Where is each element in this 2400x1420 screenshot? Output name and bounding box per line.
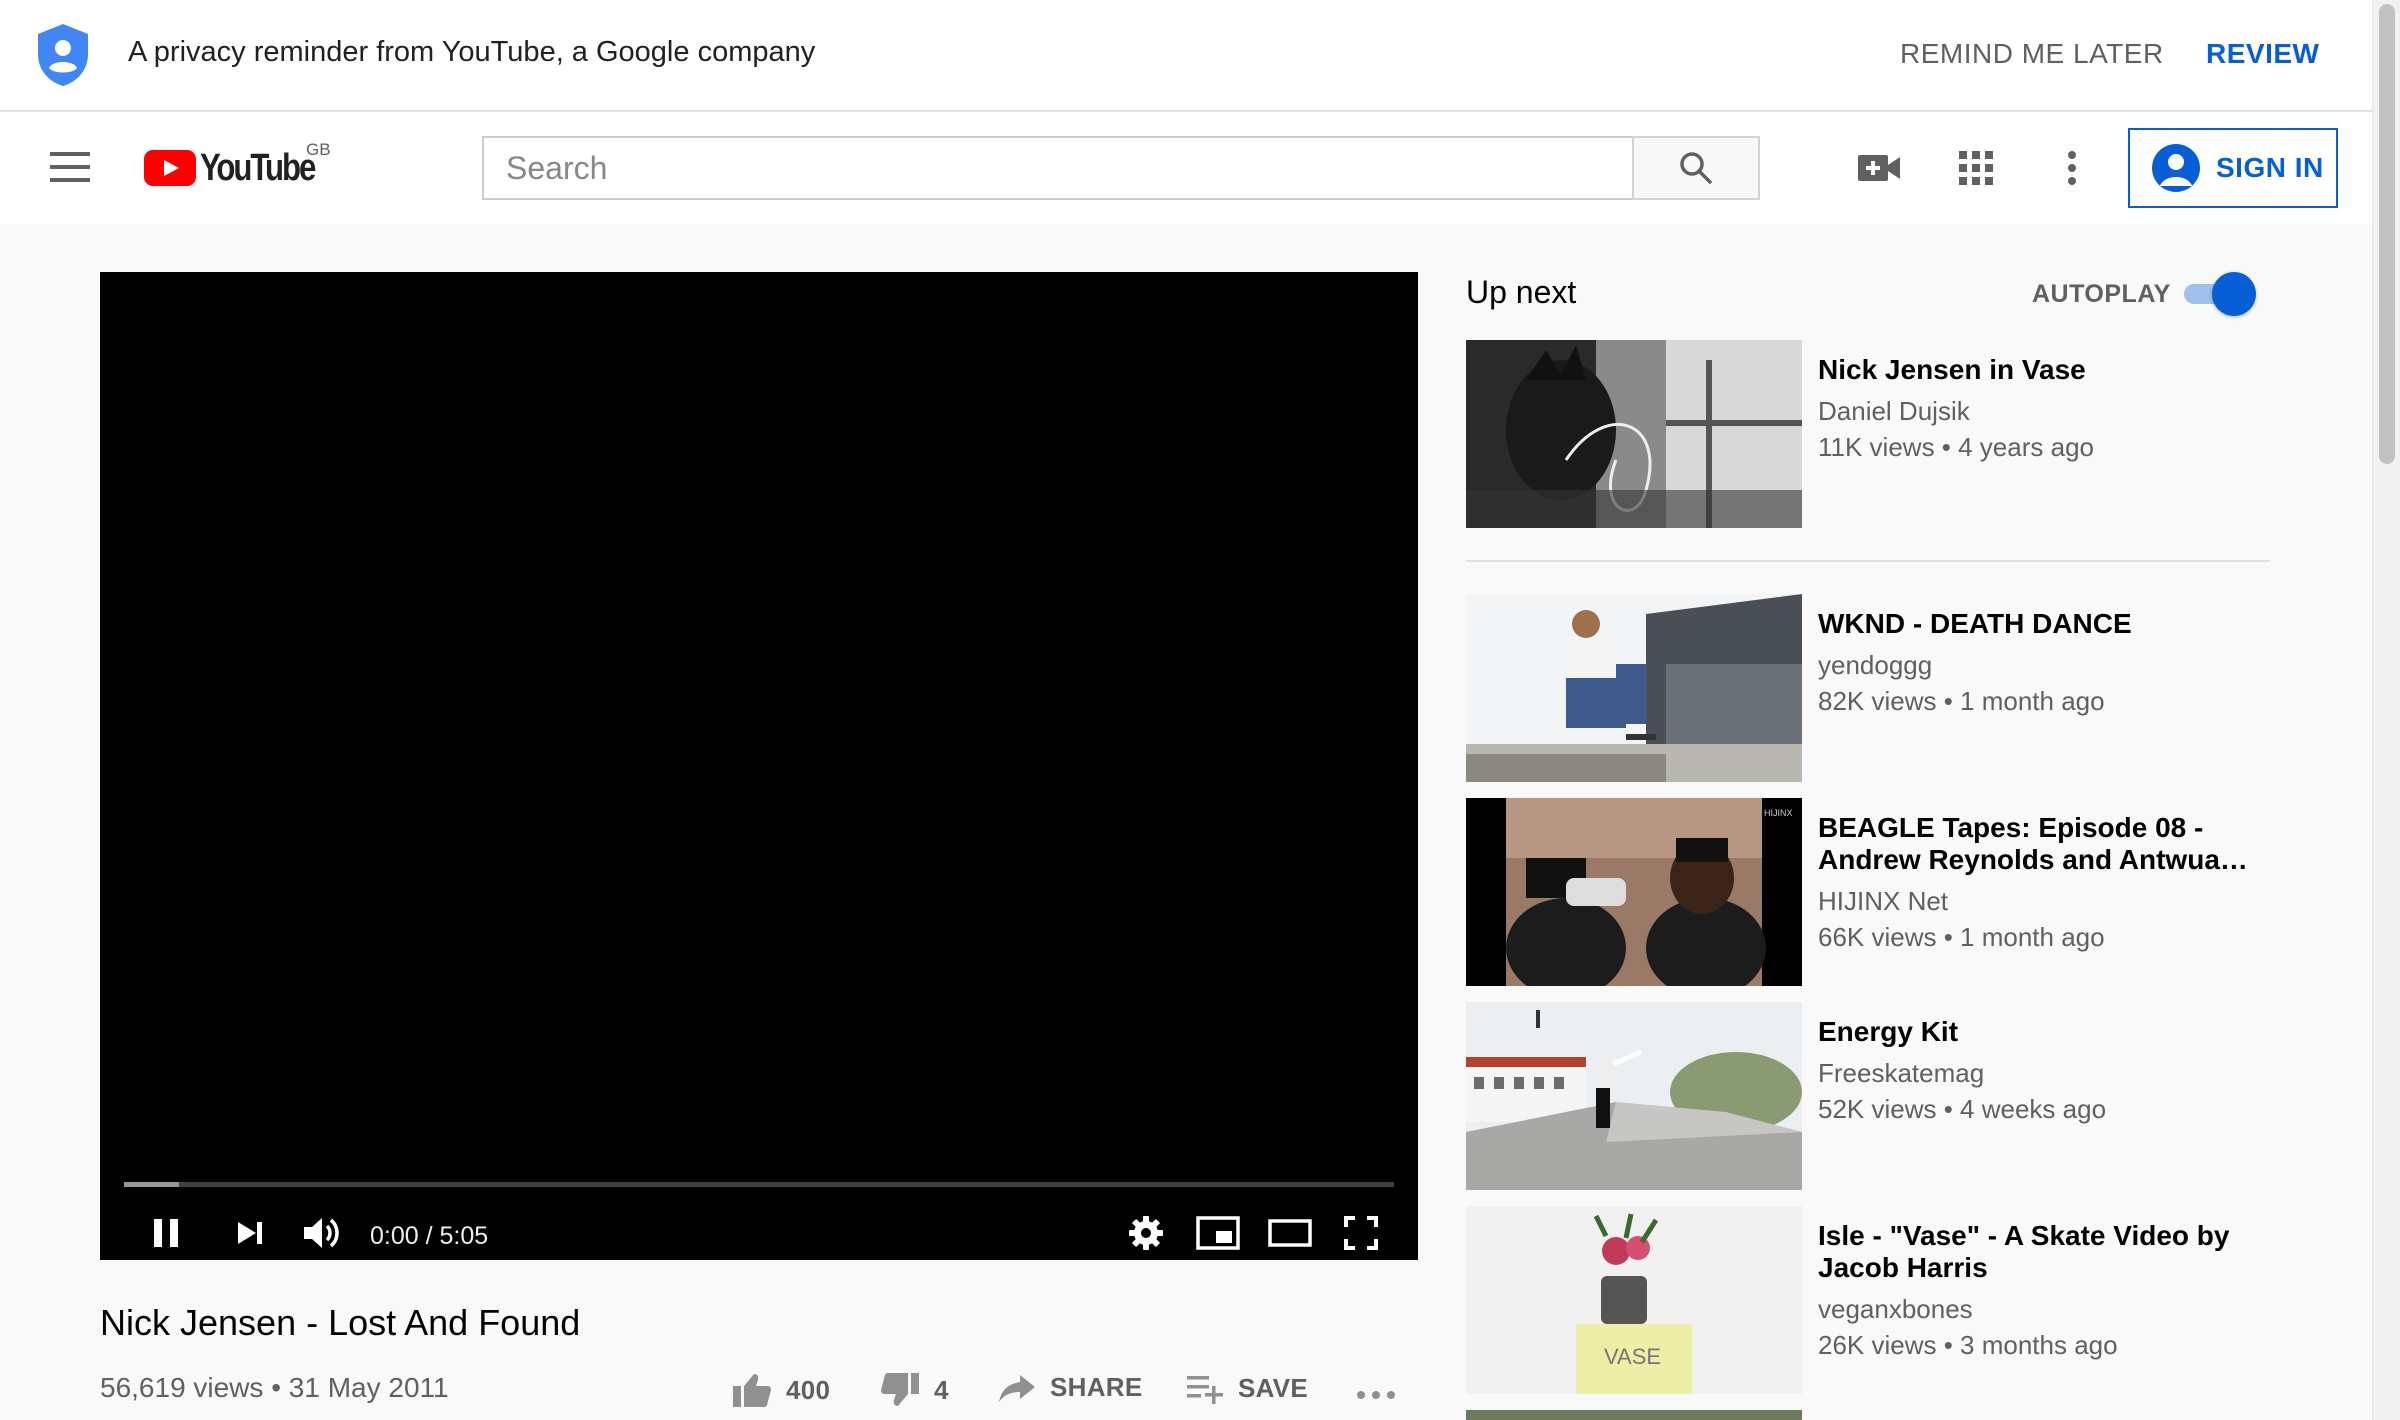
- share-label: SHARE: [1050, 1372, 1143, 1402]
- youtube-play-icon: [144, 150, 196, 186]
- dislike-count: 4: [934, 1374, 949, 1405]
- logo-text: YouTube: [200, 146, 316, 189]
- video-meta: 56,619 views • 31 May 2011: [100, 1372, 449, 1403]
- skip-next-icon: [238, 1222, 262, 1244]
- gear-icon: [1129, 1216, 1163, 1250]
- remind-me-later-button[interactable]: REMIND ME LATER: [1900, 38, 2164, 70]
- share-icon: [999, 1374, 1035, 1402]
- scrollbar-thumb[interactable]: [2379, 4, 2395, 464]
- more-vert-icon[interactable]: [2048, 144, 2096, 192]
- video-title: Nick Jensen - Lost And Found: [100, 1302, 581, 1343]
- miniplayer-button[interactable]: [1190, 1208, 1246, 1258]
- review-button[interactable]: REVIEW: [2206, 38, 2319, 70]
- video-title: Nick Jensen in Vase: [1818, 354, 2086, 385]
- time-display: 0:00 / 5:05: [370, 1222, 489, 1250]
- privacy-banner: A privacy reminder from YouTube, a Googl…: [0, 0, 2372, 112]
- thumb-up-icon: [733, 1374, 771, 1407]
- video-thumbnail: [1466, 1002, 1802, 1190]
- video-title: WKND - DEATH DANCE: [1818, 608, 2132, 639]
- like-count: 400: [786, 1374, 831, 1405]
- shield-account-icon: [38, 24, 88, 86]
- video-thumbnail: [1466, 594, 1802, 782]
- sign-in-label: SIGN IN: [2216, 152, 2324, 183]
- search-input[interactable]: [482, 136, 1632, 200]
- more-horiz-icon: [1357, 1391, 1395, 1399]
- video-meta: 66K views • 1 month ago: [1818, 922, 2105, 952]
- channel-name: yendoggg: [1818, 650, 1933, 680]
- page-scrollbar[interactable]: [2372, 0, 2400, 1420]
- channel-name: Freeskatemag: [1818, 1058, 1985, 1088]
- sign-in-button[interactable]: SIGN IN: [2128, 128, 2338, 208]
- thumbnail-caption: VASE: [1604, 1344, 1661, 1369]
- theater-mode-button[interactable]: [1262, 1208, 1318, 1258]
- divider: [1466, 560, 2270, 562]
- search-button[interactable]: [1632, 136, 1760, 200]
- save-label: SAVE: [1238, 1372, 1309, 1403]
- search-bar: [482, 136, 1760, 200]
- up-next-item[interactable]: Nick Jensen in Vase Daniel Dujsik 11K vi…: [1466, 340, 2276, 528]
- dislike-button[interactable]: 4: [880, 1372, 949, 1408]
- region-code: GB: [306, 140, 331, 159]
- channel-name: HIJINX Net: [1818, 886, 1949, 916]
- channel-name: veganxbones: [1818, 1294, 1973, 1324]
- autoplay-toggle[interactable]: [2184, 272, 2256, 316]
- progress-loaded: [124, 1182, 179, 1187]
- up-next-item[interactable]: Energy Kit Freeskatemag 52K views • 4 we…: [1466, 1002, 2276, 1190]
- settings-button[interactable]: [1120, 1208, 1172, 1258]
- up-next-item[interactable]: VASE Isle - "Vase" - A Skate Video by Ja…: [1466, 1206, 2276, 1394]
- progress-bar[interactable]: [124, 1182, 1394, 1187]
- playlist-add-icon: [1187, 1376, 1223, 1404]
- video-thumbnail: [1466, 1410, 1802, 1420]
- video-meta: 26K views • 3 months ago: [1818, 1330, 2118, 1360]
- up-next-item-partial[interactable]: [1466, 1410, 2276, 1420]
- menu-icon[interactable]: [50, 152, 90, 182]
- video-title: Energy Kit: [1818, 1016, 1959, 1047]
- account-icon: [2152, 144, 2200, 192]
- search-icon: [1680, 152, 1712, 184]
- youtube-logo[interactable]: YouTube GB: [144, 140, 339, 189]
- volume-button[interactable]: [296, 1208, 348, 1258]
- video-meta: 11K views • 4 years ago: [1818, 432, 2094, 462]
- next-button[interactable]: [224, 1208, 276, 1258]
- privacy-message: A privacy reminder from YouTube, a Googl…: [128, 36, 816, 68]
- up-next-heading: Up next: [1466, 274, 1577, 310]
- video-title: Isle - "Vase" - A Skate Video by Jacob H…: [1818, 1220, 2230, 1283]
- masthead: YouTube GB Search SIGN IN: [0, 112, 2372, 224]
- pause-button[interactable]: [140, 1208, 192, 1258]
- video-meta: 82K views • 1 month ago: [1818, 686, 2105, 716]
- thumb-down-icon: [881, 1373, 919, 1406]
- apps-icon[interactable]: [1952, 144, 2000, 192]
- video-meta: 52K views • 4 weeks ago: [1818, 1094, 2107, 1124]
- video-player[interactable]: 0:00 / 5:05: [100, 272, 1418, 1260]
- save-button[interactable]: SAVE: [1186, 1372, 1308, 1404]
- more-actions-button[interactable]: [1356, 1390, 1396, 1400]
- autoplay-toggle-knob: [2212, 272, 2256, 316]
- up-next-item[interactable]: WKND - DEATH DANCE yendoggg 82K views • …: [1466, 594, 2276, 782]
- video-title: BEAGLE Tapes: Episode 08 - Andrew Reynol…: [1818, 812, 2237, 875]
- up-next-item[interactable]: HIJINX BEAGLE Tapes: Episode 08 - Andrew…: [1466, 798, 2276, 986]
- autoplay-label: AUTOPLAY: [2032, 280, 2171, 308]
- create-video-icon[interactable]: [1856, 144, 1904, 192]
- volume-icon: [304, 1218, 339, 1248]
- channel-name: Daniel Dujsik: [1818, 396, 1970, 426]
- share-button[interactable]: SHARE: [998, 1372, 1143, 1403]
- video-thumbnail: HIJINX: [1466, 798, 1802, 986]
- pause-icon: [154, 1219, 178, 1247]
- miniplayer-icon: [1196, 1216, 1240, 1250]
- video-thumbnail: VASE: [1466, 1206, 1802, 1394]
- theater-mode-icon: [1268, 1219, 1312, 1247]
- video-thumbnail: [1466, 340, 1802, 528]
- like-button[interactable]: 400: [732, 1372, 830, 1408]
- thumbnail-watermark: HIJINX: [1764, 808, 1793, 818]
- fullscreen-button[interactable]: [1334, 1208, 1388, 1258]
- fullscreen-icon: [1344, 1216, 1378, 1250]
